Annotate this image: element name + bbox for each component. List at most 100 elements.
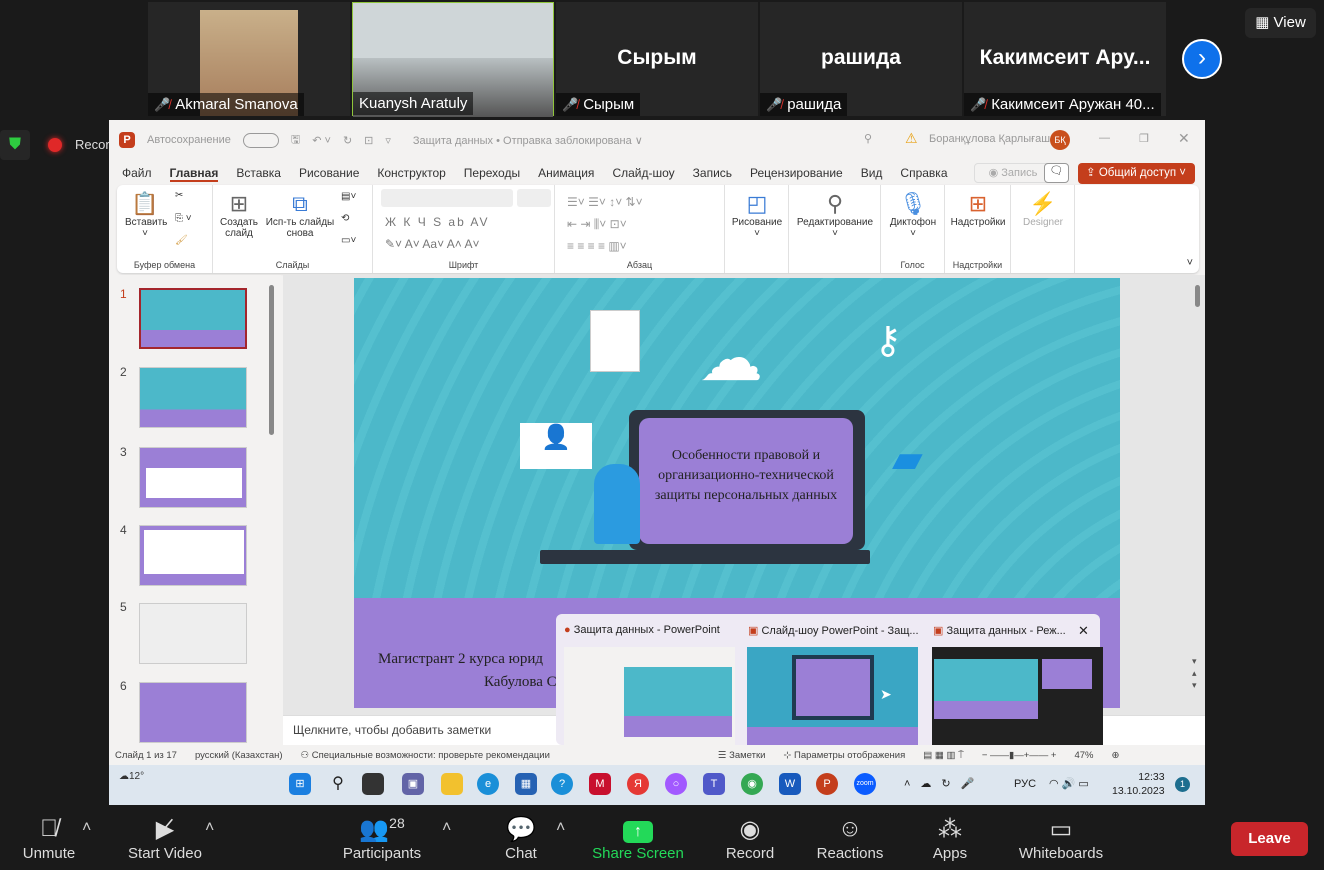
tab-slideshow[interactable]: Слайд-шоу [612, 166, 674, 182]
redo-icon[interactable]: ↻ [343, 134, 352, 147]
tab-view[interactable]: Вид [861, 166, 883, 182]
tab-draw[interactable]: Рисование [299, 166, 359, 182]
comments-icon[interactable]: 🗨 [1044, 163, 1069, 183]
apps-button[interactable]: ⁂ Apps [930, 815, 970, 862]
preview-thumbnail-editor[interactable] [564, 647, 735, 745]
unmute-button[interactable]: 🎙̸ Unmute [20, 815, 78, 862]
tab-animations[interactable]: Анимация [538, 166, 594, 182]
video-tile[interactable]: Сырым 🎤̸ Сырым [556, 2, 758, 116]
start-video-button[interactable]: ▶̸ Start Video [125, 815, 205, 862]
task-view-icon[interactable] [362, 773, 384, 795]
audio-options-chevron-icon[interactable]: ˄ [82, 819, 91, 837]
fit-slide-icon[interactable]: ⊕ [1111, 750, 1119, 761]
chat-chevron-icon[interactable]: ˄ [556, 819, 565, 837]
slide-thumbnail-4[interactable] [139, 525, 247, 586]
slide-scrollbar[interactable] [1195, 285, 1200, 307]
participants-chevron-icon[interactable]: ˄ [442, 819, 451, 837]
teams-chat-icon[interactable]: ▣ [402, 773, 424, 795]
record-zoom-button[interactable]: ◉ Record [722, 815, 778, 862]
slide-thumbnail-5[interactable] [139, 603, 247, 664]
minimize-icon[interactable]: — [1099, 132, 1110, 144]
start-icon[interactable]: ⊞ [289, 773, 311, 795]
font-format-buttons[interactable]: Ж К Ч S ab AV [385, 215, 490, 229]
close-icon[interactable]: ✕ [1178, 130, 1190, 147]
powerpoint-taskbar-icon[interactable]: P [816, 773, 838, 795]
share-button[interactable]: ⇪ Общий доступ ˅ [1078, 163, 1195, 184]
store-icon[interactable]: ▦ [515, 773, 537, 795]
cut-icon[interactable]: ✂ [175, 190, 183, 201]
help-icon[interactable]: ? [551, 773, 573, 795]
view-buttons[interactable]: ▤ ▦ ▥ ⍑ [923, 750, 964, 761]
preview-title-3[interactable]: ▣ Защита данных - Реж... [933, 624, 1066, 637]
slide-thumbnail-1[interactable] [139, 288, 247, 349]
zoom-app-icon[interactable]: zoom [854, 773, 876, 795]
preview-title-1[interactable]: ● Защита данных - PowerPoint [564, 624, 720, 636]
tab-home[interactable]: Главная [169, 166, 219, 182]
record-button[interactable]: ◉ Запись [974, 163, 1052, 183]
document-title[interactable]: Защита данных • Отправка заблокирована ∨ [413, 134, 643, 147]
editing-button[interactable]: ⚲ Редактирование ˅ [791, 191, 879, 239]
slide-thumbnail-3[interactable] [139, 447, 247, 508]
zoom-slider[interactable]: − ——▮—+—— + [982, 750, 1057, 761]
ribbon-collapse-icon[interactable]: ˅ [1187, 257, 1193, 269]
tab-record[interactable]: Запись [693, 166, 732, 182]
reactions-button[interactable]: ☺ Reactions [815, 815, 885, 862]
preview-thumbnail-presenter[interactable] [932, 647, 1103, 745]
tab-design[interactable]: Конструктор [377, 166, 445, 182]
autosave-toggle[interactable] [242, 132, 279, 148]
tab-transitions[interactable]: Переходы [464, 166, 520, 182]
slide-nav-arrows[interactable]: ▾ ▴ ▾ [1192, 655, 1197, 691]
teams-icon[interactable]: T [703, 773, 725, 795]
network-volume-battery-icons[interactable]: ◠ 🔊 ▭ [1049, 777, 1089, 790]
tab-review[interactable]: Рецензирование [750, 166, 843, 182]
user-name[interactable]: Боранқұлова Қарлығаш [929, 133, 1050, 145]
leave-button[interactable]: Leave [1231, 822, 1308, 856]
zoom-level[interactable]: 47% [1074, 750, 1093, 761]
tab-file[interactable]: Файл [122, 166, 152, 182]
alice-icon[interactable]: ○ [665, 773, 687, 795]
language-indicator[interactable]: русский (Казахстан) [195, 750, 283, 761]
reuse-slides-button[interactable]: ⧉ Исп-ть слайды снова [265, 191, 335, 239]
slide-title[interactable]: Особенности правовой и организационно-те… [639, 418, 853, 544]
file-explorer-icon[interactable] [441, 773, 463, 795]
mcafee-icon[interactable]: M [589, 773, 611, 795]
clock[interactable]: 12:33 13.10.2023 [1112, 770, 1165, 798]
view-button[interactable]: ▦ View [1245, 8, 1316, 38]
thumbnails-scrollbar[interactable] [269, 285, 274, 435]
next-page-arrow-icon[interactable]: › [1182, 39, 1222, 79]
video-tile[interactable]: рашида 🎤̸ рашида [760, 2, 962, 116]
copy-icon[interactable]: ⎘ ˅ [175, 213, 192, 224]
video-tile-active[interactable]: Kuanysh Aratuly [352, 2, 554, 117]
slide-thumbnail-2[interactable] [139, 367, 247, 428]
video-tile[interactable]: 🎤̸ Akmaral Smanova [148, 2, 350, 116]
tray-icons[interactable]: ˄☁↻🎤 [904, 777, 984, 790]
paste-button[interactable]: 📋 Вставить ˅ [125, 191, 167, 239]
undo-icon[interactable]: ↶ ˅ [312, 134, 331, 147]
drawing-button[interactable]: ◰ Рисование ˅ [727, 191, 787, 239]
customize-icon[interactable]: ▿ [385, 134, 391, 147]
save-icon[interactable]: 🖫 [291, 131, 300, 150]
reset-icon[interactable]: ⟲ [341, 213, 349, 224]
slide-subtitle-line1[interactable]: Магистрант 2 курса юрид [378, 651, 543, 668]
chrome-icon[interactable]: ◉ [741, 773, 763, 795]
video-tile[interactable]: Какимсеит Ару... 🎤̸ Какимсеит Аружан 40... [964, 2, 1166, 116]
yandex-icon[interactable]: Я [627, 773, 649, 795]
font-color-icons[interactable]: ✎˅ A˅ Aa˅ A˄ A˅ [385, 237, 479, 251]
shield-icon[interactable]: ⛊ [0, 130, 30, 160]
font-name-select[interactable] [381, 189, 513, 207]
present-icon[interactable]: ⊡ [364, 134, 373, 147]
paragraph-icons[interactable]: ☰˅ ☰˅ ↕˅ ⇅˅ ⇤ ⇥ ⫼˅ ⊡˅ ≡ ≡ ≡ ≡ ▥˅ [567, 191, 643, 257]
dictate-button[interactable]: 🎙 Диктофон ˅ [883, 191, 943, 239]
layout-icon[interactable]: ▤˅ [341, 191, 356, 202]
notes-toggle[interactable]: ☰ Заметки [718, 750, 766, 761]
designer-button[interactable]: ⚡ Designer [1013, 191, 1073, 228]
user-avatar[interactable]: БҚ [1050, 130, 1070, 150]
input-language[interactable]: РУС [1014, 778, 1036, 790]
addins-button[interactable]: ⊞ Надстройки [947, 191, 1009, 228]
display-settings[interactable]: ⊹ Параметры отображения [783, 750, 905, 761]
slide-thumbnail-6[interactable] [139, 682, 247, 743]
search-taskbar-icon[interactable]: ⚲ [327, 773, 349, 795]
share-screen-button[interactable]: ↑ Share Screen [592, 815, 684, 862]
tab-insert[interactable]: Вставка [236, 166, 281, 182]
preview-thumbnail-slideshow[interactable] [747, 647, 918, 745]
